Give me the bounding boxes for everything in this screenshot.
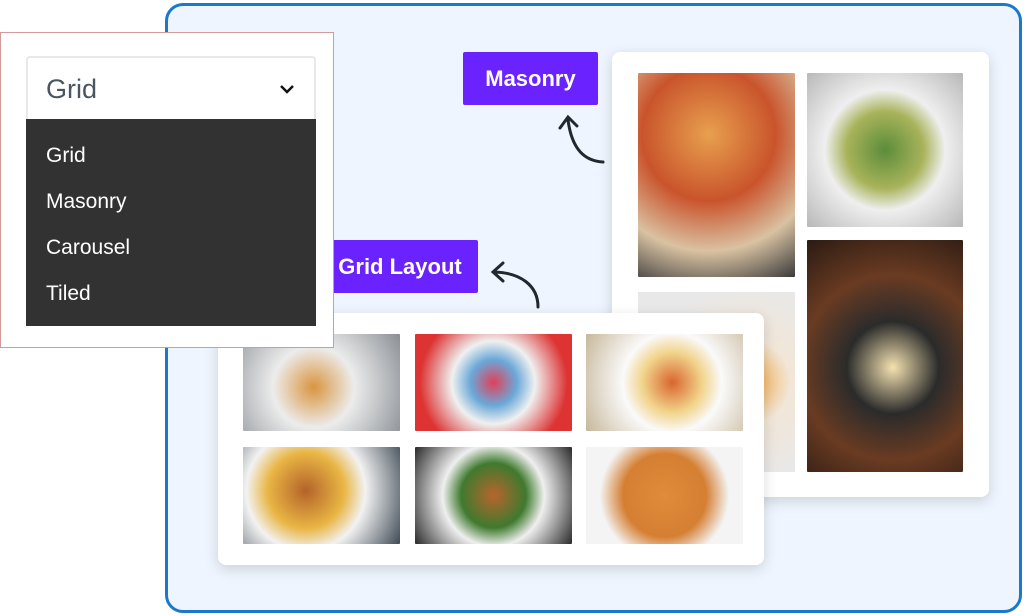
option-masonry[interactable]: Masonry [26, 179, 316, 225]
layout-select[interactable]: Grid [26, 56, 316, 120]
chevron-down-icon [280, 85, 294, 94]
option-grid[interactable]: Grid [26, 133, 316, 179]
layout-options-menu: Grid Masonry Carousel Tiled [26, 119, 316, 326]
option-carousel[interactable]: Carousel [26, 225, 316, 271]
layout-select-value: Grid [46, 73, 98, 104]
layout-dropdown-panel: Grid Grid Masonry Carousel Tiled [0, 32, 334, 348]
option-tiled[interactable]: Tiled [26, 271, 316, 317]
